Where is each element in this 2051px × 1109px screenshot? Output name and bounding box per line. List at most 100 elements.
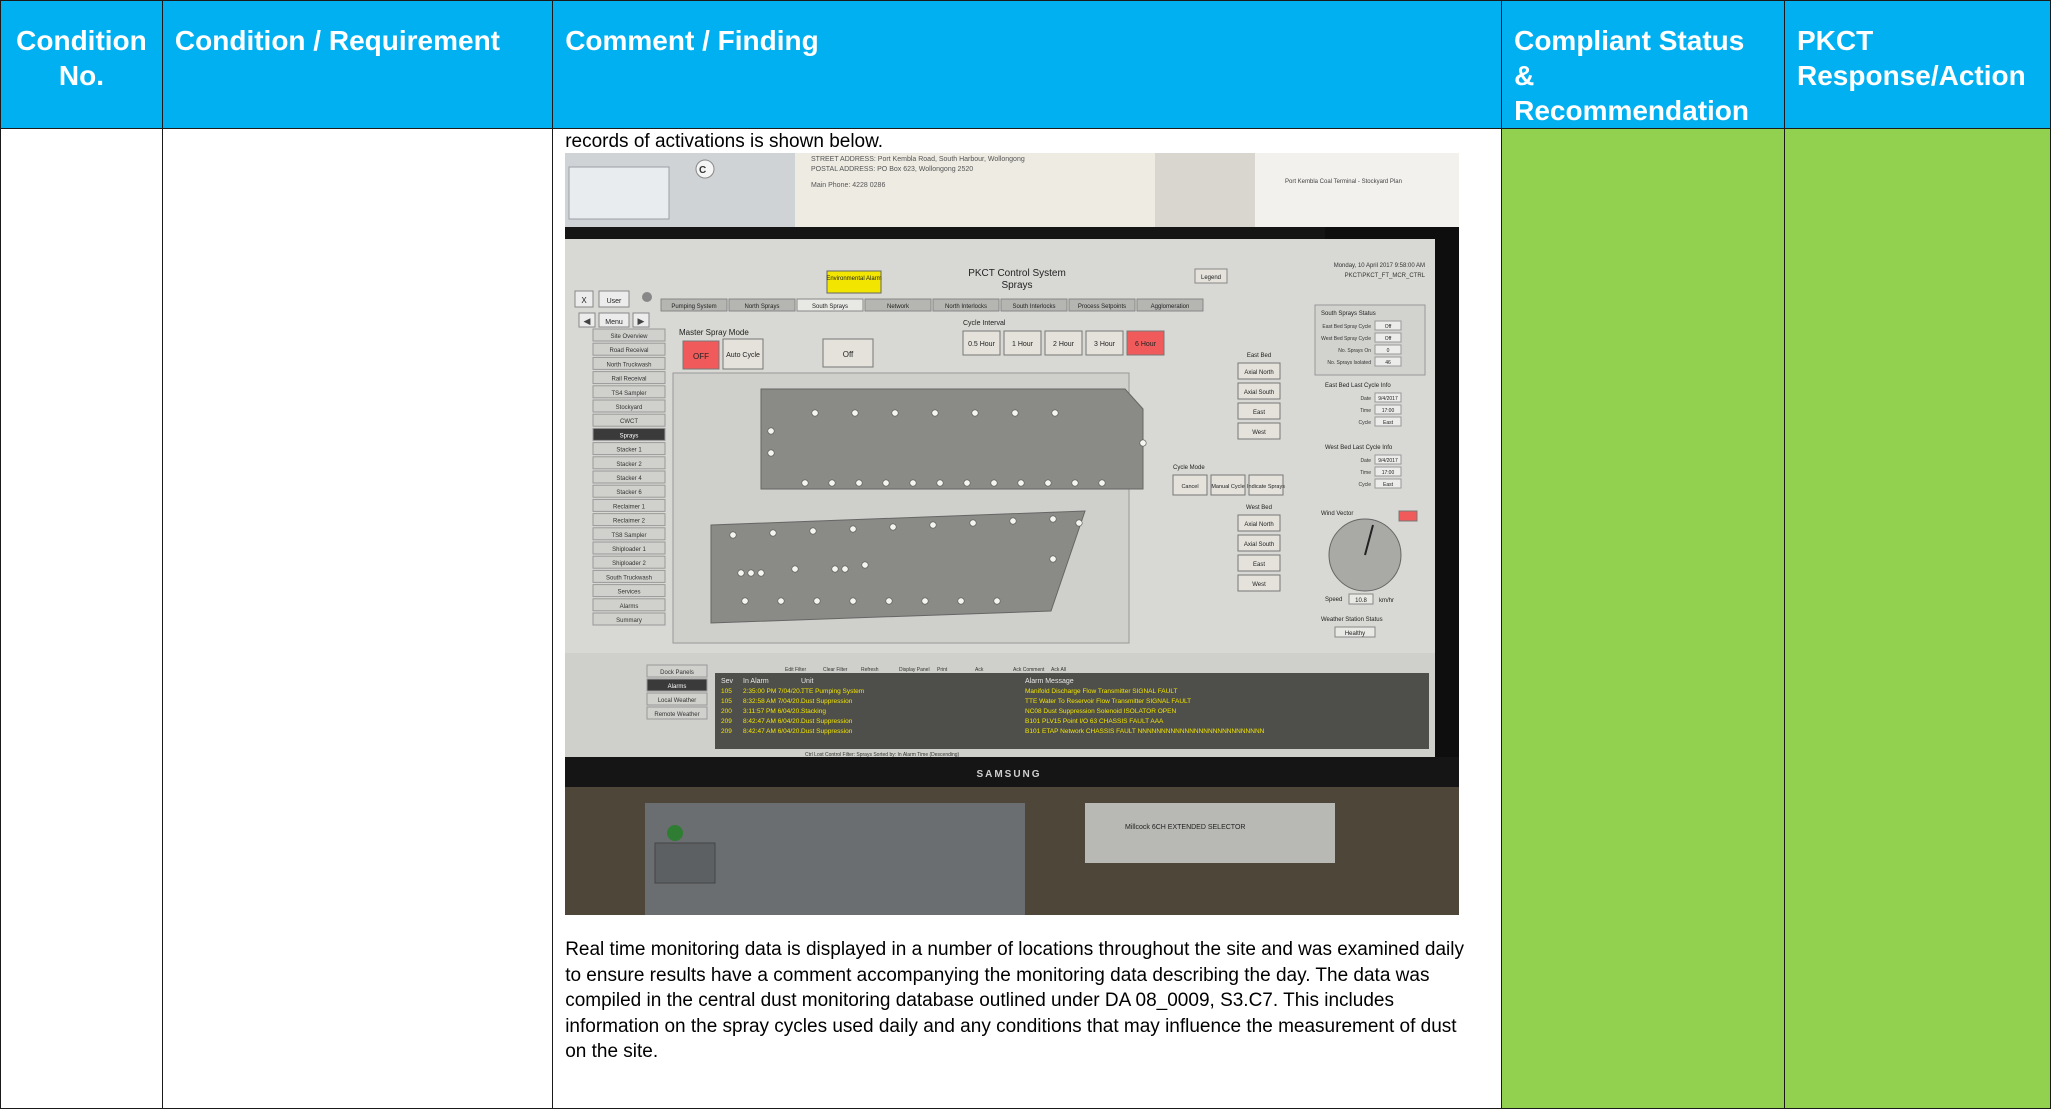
alarm-time: 2:35:00 PM 7/04/20.. xyxy=(743,688,804,695)
screen-nav-item-label: Stacker 4 xyxy=(617,476,643,482)
screen-nav-item-label: Stacker 1 xyxy=(617,448,643,454)
cell-condition-requirement xyxy=(161,128,554,1109)
screen-datetime: Monday, 10 April 2017 9:58:00 AM xyxy=(1334,263,1425,269)
alarm-sev: 105 xyxy=(721,698,732,705)
status-row-value: 17:00 xyxy=(1382,470,1395,476)
status-row-value: East xyxy=(1383,420,1394,426)
status-row-label: Date xyxy=(1361,458,1372,464)
alarm-toolbar-item: Clear Filter xyxy=(823,667,848,673)
table-header-row: Condition No. Condition / Requirement Co… xyxy=(0,0,2051,129)
wind-speed-label: Speed xyxy=(1325,597,1342,603)
spray-nozzle xyxy=(1044,479,1052,487)
screen-nav-item-label: Sprays xyxy=(620,433,639,439)
spray-nozzle xyxy=(831,565,839,573)
bed-button-label: West xyxy=(1252,430,1266,436)
spray-nozzle xyxy=(936,479,944,487)
spray-nozzle xyxy=(849,597,857,605)
status-row-label: Time xyxy=(1360,470,1371,476)
alarm-message: TTE Water To Reservoir Flow Transmitter … xyxy=(1025,698,1191,705)
user-button: User xyxy=(607,298,622,305)
alarm-toolbar-item: Ack xyxy=(975,667,984,673)
alarm-unit: Stacking xyxy=(801,708,826,715)
screen-tab-label: North Interlocks xyxy=(945,304,987,310)
mode-off-button: OFF xyxy=(693,352,709,361)
screen-nav-item-label: North Truckwash xyxy=(607,362,652,368)
bed-button-label: Axial North xyxy=(1245,522,1274,528)
finding-lead-text: records of activations is shown below. xyxy=(565,133,884,152)
alarm-unit: Dust Suppression xyxy=(801,718,853,725)
alarm-unit: Dust Suppression xyxy=(801,698,853,705)
spray-nozzle xyxy=(737,569,745,577)
wind-speed-unit: km/hr xyxy=(1379,598,1394,604)
cell-pkct-response xyxy=(1784,128,2051,1109)
screen-nav-item-label: TS8 Sampler xyxy=(612,533,647,539)
alarm-unit: TTE Pumping System xyxy=(801,688,864,695)
screen-station: PKCT\PKCT_FT_MCR_CTRL xyxy=(1345,273,1426,279)
cycle-mode-buttons: Cancel Manual Cycle Indicate Sprays xyxy=(1172,474,1285,496)
spray-nozzle xyxy=(1098,479,1106,487)
table-row: records of activations is shown below. S… xyxy=(0,128,2051,1109)
header-pkct-response: PKCT Response/Action xyxy=(1784,0,2051,129)
east-last-cycle-rows: Date 9/4/2017 Time 17:00 Cycle East xyxy=(1359,392,1402,427)
spray-nozzle xyxy=(929,521,937,529)
header-compliant-status: Compliant Status & Recommendation xyxy=(1501,0,1785,129)
compliance-table: Condition No. Condition / Requirement Co… xyxy=(0,0,2051,1109)
cell-compliant-status xyxy=(1501,128,1785,1109)
cycle-mode-button-label: Indicate Sprays xyxy=(1247,484,1285,490)
spray-nozzle xyxy=(828,479,836,487)
spray-nozzle xyxy=(990,479,998,487)
spray-nozzle xyxy=(851,409,859,417)
status-row-label: Date xyxy=(1361,396,1372,402)
bed-button-label: Axial North xyxy=(1245,370,1274,376)
close-button: X xyxy=(582,296,588,305)
spray-nozzle xyxy=(811,409,819,417)
screen-tab-label: Agglomeration xyxy=(1151,304,1190,310)
back-arrow-icon: ◀ xyxy=(584,316,591,326)
cycle-interval-button-label: 0.5 Hour xyxy=(968,341,996,348)
alarm-toolbar: Edit Filter Clear Filter Refresh Display Pa… xyxy=(785,667,1066,673)
alarm-toolbar-item: Edit Filter xyxy=(785,667,806,673)
east-bed-label: East Bed xyxy=(1247,353,1271,359)
header-condition-no: Condition No. xyxy=(0,0,163,129)
screen-nav-item-label: Shiploader 2 xyxy=(612,561,646,567)
spray-nozzle xyxy=(813,597,821,605)
spray-nozzle xyxy=(757,569,765,577)
status-row-value: 17:00 xyxy=(1382,408,1395,414)
header-condition-requirement: Condition / Requirement xyxy=(161,0,554,129)
spray-nozzle xyxy=(791,565,799,573)
spray-nozzle xyxy=(801,479,809,487)
paper-line-2: POSTAL ADDRESS: PO Box 623, Wollongong 2… xyxy=(811,166,973,173)
status-row-value: 9/4/2017 xyxy=(1378,396,1398,402)
status-row-label: Cycle xyxy=(1359,420,1372,426)
alarm-header-cell: In Alarm xyxy=(743,678,769,685)
status-row-value: Off xyxy=(1385,336,1392,342)
cycle-mode-button-label: Cancel xyxy=(1182,484,1199,490)
screen-tab-label: South Sprays xyxy=(812,304,848,310)
status-row-label: East Bed Spray Cycle xyxy=(1323,324,1372,330)
alarm-toolbar-item: Refresh xyxy=(861,667,879,673)
screen-nav-item-label: Stacker 6 xyxy=(617,490,643,496)
status-row-label: Cycle xyxy=(1359,482,1372,488)
screen-nav-item-label: Summary xyxy=(616,618,642,624)
spray-nozzle xyxy=(1071,479,1079,487)
spray-nozzle xyxy=(849,525,857,533)
bed-button-label: Axial South xyxy=(1244,390,1274,396)
screen-nav-item-label: TS4 Sampler xyxy=(612,391,647,397)
bed-button-label: East xyxy=(1253,410,1265,416)
spray-nozzle xyxy=(861,561,869,569)
control-system-photo: STREET ADDRESS: Port Kembla Road, South … xyxy=(565,153,1460,915)
spray-nozzle xyxy=(1139,439,1147,447)
console-label: Millcock 6CH EXTENDED SELECTOR xyxy=(1125,824,1245,831)
wind-vector-label: Wind Vector xyxy=(1321,511,1353,517)
user-icon xyxy=(642,292,653,302)
document-page: Condition No. Condition / Requirement Co… xyxy=(0,0,2051,1109)
screen-nav-item-label: Services xyxy=(618,590,641,596)
alarm-sev: 200 xyxy=(721,708,732,715)
cycle-interval-button-label: 2 Hour xyxy=(1053,341,1075,348)
weather-station-value: Healthy xyxy=(1345,631,1365,637)
mode-auto-button: Auto Cycle xyxy=(726,352,760,359)
alarm-time: 8:42:47 AM 6/04/20.. xyxy=(743,728,803,735)
env-alarm-label: Environmental Alarm xyxy=(827,276,882,282)
cycle-mode-button-label: Manual Cycle xyxy=(1212,484,1245,490)
status-row-value: 0 xyxy=(1387,348,1390,354)
